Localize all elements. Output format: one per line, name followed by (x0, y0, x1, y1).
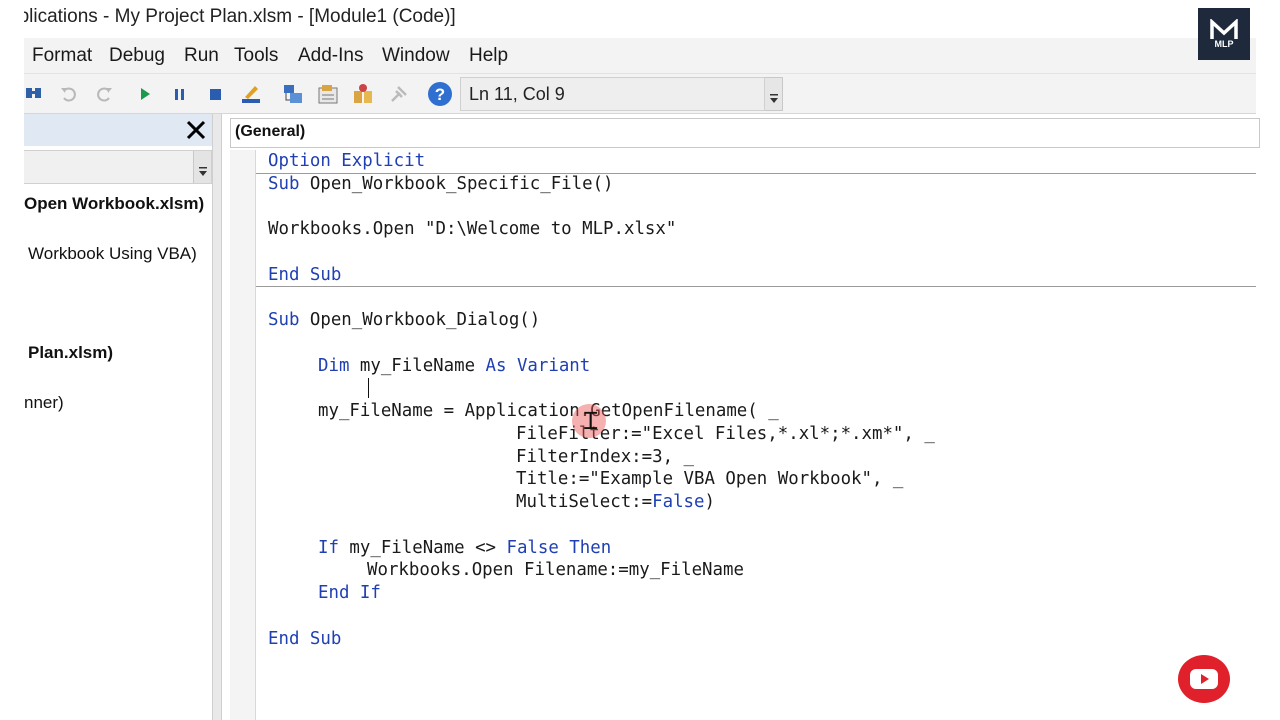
find-icon[interactable] (20, 80, 48, 108)
procedure-separator (256, 286, 1256, 287)
code-line: FilterIndex:=3, _ (516, 447, 694, 467)
code-window: (General) Option Explicit Sub Open_Workb… (222, 114, 1260, 720)
text-caret (368, 378, 369, 398)
menu-window[interactable]: Window (382, 45, 450, 67)
toolbox-icon[interactable] (385, 80, 413, 108)
chevron-down-icon (769, 94, 778, 103)
logo-text: MLP (1214, 39, 1234, 49)
undo-icon[interactable] (55, 80, 83, 108)
panel-object-dropdown[interactable] (0, 150, 212, 184)
menu-help[interactable]: Help (469, 45, 508, 67)
code-line: Dim my_FileName As Variant (318, 356, 591, 376)
close-icon[interactable] (182, 116, 210, 144)
panel-splitter[interactable] (212, 114, 222, 720)
break-icon[interactable] (166, 80, 194, 108)
object-combo-value: (General) (235, 123, 306, 140)
properties-icon[interactable] (314, 80, 342, 108)
code-line: Workbooks.Open "D:\Welcome to MLP.xlsx" (268, 219, 677, 239)
menu-format[interactable]: Format (32, 45, 92, 67)
logo-m-icon (1210, 19, 1238, 39)
menu-bar: Format Debug Run Tools Add-Ins Window He… (0, 38, 1256, 74)
standard-toolbar: ? Ln 11, Col 9 (0, 74, 1256, 114)
cursor-position-indicator: Ln 11, Col 9 (460, 77, 765, 111)
code-line: End Sub (268, 265, 342, 285)
code-line: my_FileName = Application.GetOpenFilenam… (318, 401, 779, 421)
tree-item-workbook[interactable]: Workbook Using VBA) (28, 244, 197, 264)
toolbar-options-dropdown[interactable] (765, 77, 783, 111)
code-line: MultiSelect:=False) (516, 492, 715, 512)
project-explorer-panel: Open Workbook.xlsm) Workbook Using VBA) … (0, 114, 212, 720)
tree-item-project[interactable]: Open Workbook.xlsm) (24, 194, 204, 214)
code-editor[interactable]: Option Explicit Sub Open_Workbook_Specif… (256, 150, 1256, 720)
code-line: End Sub (268, 629, 342, 649)
code-line: Sub Open_Workbook_Dialog() (268, 310, 541, 330)
reset-icon[interactable] (201, 80, 229, 108)
menu-debug[interactable]: Debug (109, 45, 165, 67)
design-mode-icon[interactable] (237, 80, 265, 108)
window-title: pplications - My Project Plan.xlsm - [Mo… (8, 6, 456, 27)
margin-indicator-bar[interactable] (230, 150, 256, 720)
ibeam-cursor-icon: Ɪ (584, 407, 598, 435)
channel-logo: MLP (1198, 8, 1250, 60)
code-line: Sub Open_Workbook_Specific_File() (268, 174, 614, 194)
code-line: End If (318, 583, 381, 603)
chevron-down-icon[interactable] (193, 151, 211, 183)
svg-text:?: ? (435, 85, 445, 104)
code-line: If my_FileName <> False Then (318, 538, 612, 558)
code-line: Title:="Example VBA Open Workbook", _ (516, 469, 904, 489)
code-line: Workbooks.Open Filename:=my_FileName (367, 560, 744, 580)
object-browser-icon[interactable] (349, 80, 377, 108)
run-icon[interactable] (131, 80, 159, 108)
tree-item-project-plan[interactable]: Plan.xlsm) (28, 343, 113, 363)
help-icon[interactable]: ? (426, 80, 454, 108)
left-edge (0, 0, 24, 720)
redo-icon[interactable] (90, 80, 118, 108)
tree-item-planner[interactable]: nner) (24, 393, 64, 413)
youtube-icon[interactable] (1178, 655, 1230, 703)
object-combo[interactable]: (General) (230, 118, 1260, 148)
project-explorer-icon[interactable] (279, 80, 307, 108)
code-line: Option Explicit (268, 151, 426, 171)
menu-add-ins[interactable]: Add-Ins (298, 45, 363, 67)
panel-header (0, 114, 212, 146)
title-bar: pplications - My Project Plan.xlsm - [Mo… (0, 0, 1256, 38)
menu-tools[interactable]: Tools (234, 45, 278, 67)
menu-run[interactable]: Run (184, 45, 219, 67)
